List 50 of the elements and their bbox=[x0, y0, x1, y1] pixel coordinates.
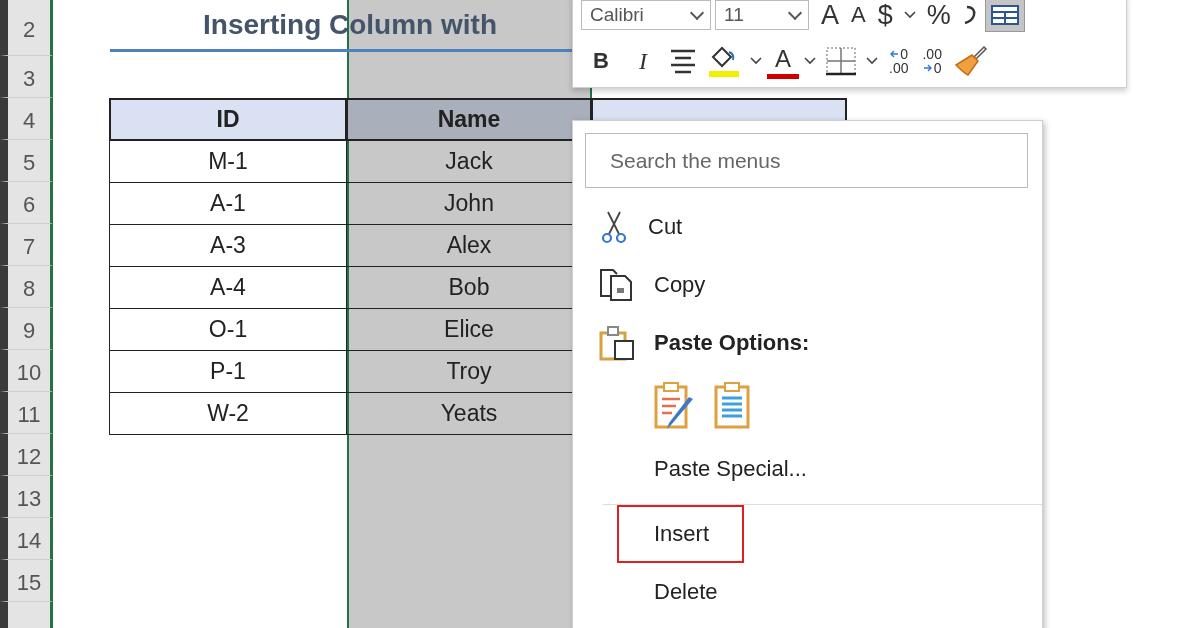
row-header[interactable]: 9 bbox=[0, 308, 53, 350]
number-format-button[interactable]: % bbox=[922, 0, 955, 32]
row-header[interactable]: 6 bbox=[0, 182, 53, 224]
number-format-button[interactable]: $ bbox=[873, 0, 897, 32]
caret-icon bbox=[866, 57, 878, 65]
row-header[interactable]: 3 bbox=[0, 56, 53, 98]
column-header-cell: Name bbox=[346, 98, 592, 141]
row-header[interactable]: 14 bbox=[0, 518, 53, 560]
comma-icon bbox=[962, 5, 977, 25]
scissors-icon bbox=[599, 210, 629, 244]
paintbrush-icon bbox=[953, 45, 988, 77]
search-field[interactable]: Search the menus bbox=[585, 133, 1028, 188]
menu-item[interactable]: Cut bbox=[611, 198, 718, 256]
menu-item[interactable]: Insert bbox=[617, 505, 745, 563]
decrease-decimal-button[interactable]: .00 0 bbox=[916, 41, 948, 81]
menu-item[interactable]: Paste Special... bbox=[617, 440, 842, 498]
increase-font-size-button[interactable]: A bbox=[817, 0, 843, 32]
table-icon bbox=[989, 4, 1020, 26]
row-header[interactable]: 10 bbox=[0, 350, 53, 392]
row-header[interactable]: 12 bbox=[0, 434, 53, 476]
align-center-icon bbox=[669, 48, 697, 74]
row-header[interactable]: 13 bbox=[0, 476, 53, 518]
column-header-cell: ID bbox=[109, 98, 347, 141]
font-color-button[interactable]: A bbox=[767, 43, 799, 79]
row-header[interactable]: 15 bbox=[0, 560, 53, 602]
row-header[interactable]: 11 bbox=[0, 392, 53, 434]
row-header[interactable]: 7 bbox=[0, 224, 53, 266]
format-table-button[interactable] bbox=[984, 0, 1025, 32]
paste-icon bbox=[599, 325, 635, 361]
paint-bucket-icon bbox=[707, 44, 741, 78]
font-size-dropdown[interactable]: 11 bbox=[715, 0, 809, 30]
row-header[interactable]: 2 bbox=[0, 0, 53, 56]
clipboard-icon[interactable] bbox=[713, 381, 751, 431]
decrease-font-size-button[interactable]: A bbox=[847, 0, 870, 32]
font-name-dropdown[interactable]: Calibri bbox=[581, 0, 711, 30]
menu-item[interactable]: Copy bbox=[617, 256, 741, 314]
caret-icon bbox=[750, 57, 762, 65]
increase-decimal-button[interactable]: 0 .00 bbox=[883, 41, 915, 81]
caret-icon bbox=[804, 57, 816, 65]
caret-icon bbox=[903, 11, 916, 19]
section-heading: Paste Options: bbox=[653, 329, 811, 357]
menu-item[interactable]: Delete bbox=[617, 563, 753, 621]
left-arrow-icon bbox=[889, 50, 900, 58]
copy-icon bbox=[599, 268, 635, 302]
borders-icon bbox=[825, 46, 857, 76]
row-header[interactable]: 4 bbox=[0, 98, 53, 140]
right-arrow-icon bbox=[922, 64, 933, 72]
table-cell: W-2 bbox=[109, 392, 347, 435]
row-header[interactable]: 5 bbox=[0, 140, 53, 182]
row-header[interactable]: 8 bbox=[0, 266, 53, 308]
